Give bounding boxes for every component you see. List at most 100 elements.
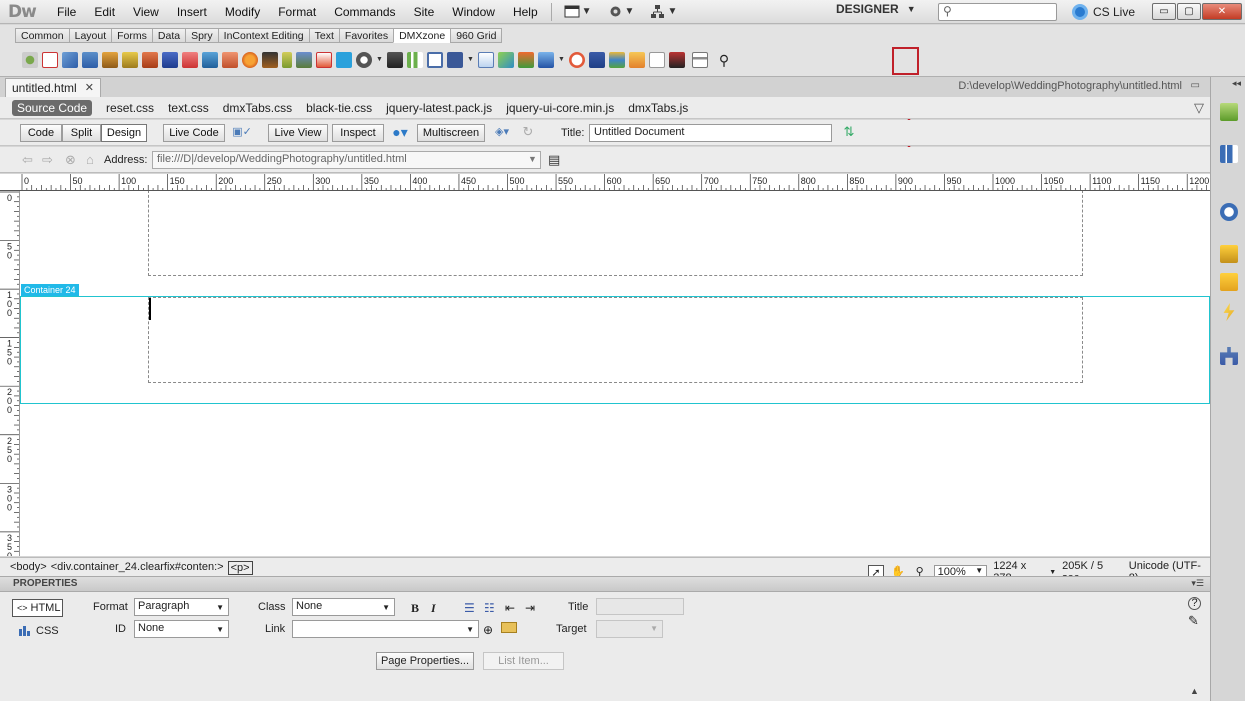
stop-icon[interactable]: ⊗ (65, 152, 76, 168)
clapper-tool-icon[interactable] (387, 52, 403, 68)
tag-inspector-icon[interactable] (1220, 245, 1238, 263)
clock-tool-icon[interactable] (569, 52, 585, 68)
workspace-switcher[interactable]: DESIGNER ▼ (836, 2, 916, 16)
behaviors-icon[interactable] (1223, 303, 1235, 321)
edit-tool-icon[interactable] (122, 52, 138, 68)
visual-aids-icon[interactable]: ◈▾ (490, 124, 514, 142)
tab-common[interactable]: Common (15, 28, 69, 43)
search-icon[interactable]: ⚲ (716, 52, 732, 68)
link-input[interactable]: ▼ (292, 620, 479, 638)
ordered-list-icon[interactable]: ☷ (484, 601, 495, 615)
minimize-button[interactable]: ▭ (1152, 3, 1176, 20)
address-input[interactable]: file:///D|/develop/WeddingPhotography/un… (152, 151, 541, 169)
menu-modify[interactable]: Modify (216, 5, 269, 19)
quick-tag-editor-icon[interactable]: ✎ (1188, 613, 1199, 629)
folder-tool-icon[interactable] (629, 52, 645, 68)
extend-menu-button[interactable]: ▼ (600, 4, 643, 19)
flash-tool-icon[interactable] (62, 52, 78, 68)
id-select[interactable]: None ▼ (134, 620, 229, 638)
layers-tool-icon[interactable] (609, 52, 625, 68)
cube-tool-icon[interactable] (498, 52, 514, 68)
page-properties-button[interactable]: Page Properties... (376, 652, 474, 670)
image-map-icon[interactable] (42, 52, 58, 68)
cs-live-button[interactable]: CS Live (1072, 4, 1135, 20)
check-browser-icon[interactable]: ▣✓ (230, 124, 254, 142)
rss-tool-icon[interactable] (242, 52, 258, 68)
menu-edit[interactable]: Edit (85, 5, 124, 19)
chevron-down-icon[interactable]: ▼ (376, 52, 383, 68)
tab-incontext-editing[interactable]: InContext Editing (217, 28, 309, 43)
layout-menu-button[interactable]: ▼ (556, 5, 600, 18)
gallery-tool-icon[interactable] (142, 52, 158, 68)
chevron-down-icon[interactable]: ▼ (467, 52, 474, 68)
notes-tool-icon[interactable] (649, 52, 665, 68)
related-file-reset-css[interactable]: reset.css (106, 101, 154, 115)
site-menu-button[interactable]: ▼ (642, 4, 685, 19)
close-button[interactable]: ✕ (1202, 3, 1242, 20)
container-label[interactable]: Container 24 (21, 284, 79, 296)
filter-icon[interactable]: ▽ (1194, 100, 1204, 116)
file-management-icon[interactable]: ⇅ (838, 124, 860, 142)
tab-960-grid[interactable]: 960 Grid (450, 28, 503, 43)
video-tool-icon[interactable] (162, 52, 178, 68)
list-tool-icon[interactable] (589, 52, 605, 68)
menu-format[interactable]: Format (269, 5, 325, 19)
design-view-button[interactable]: Design (101, 124, 147, 142)
css-mode-button[interactable]: CSS (18, 624, 59, 637)
site-map-icon[interactable] (1220, 347, 1238, 365)
related-file-text-css[interactable]: text.css (168, 101, 209, 115)
tab-layout[interactable]: Layout (68, 28, 112, 43)
globe-icon[interactable]: ●▾ (389, 124, 411, 142)
menu-help[interactable]: Help (504, 5, 547, 19)
help-search-input[interactable]: ⚲ (938, 3, 1057, 21)
insert-panel-icon[interactable] (1220, 103, 1238, 121)
window-tool-icon[interactable] (538, 52, 554, 68)
code-view-button[interactable]: Code (20, 124, 62, 142)
twitter-tool-icon[interactable] (336, 52, 352, 68)
page-tool-icon[interactable] (478, 52, 494, 68)
back-icon[interactable]: ⇦ (22, 152, 33, 168)
related-file-jquery-ui-core[interactable]: jquery-ui-core.min.js (506, 101, 614, 115)
collapse-icon[interactable]: ▲ (1190, 686, 1199, 696)
film-tool-icon[interactable] (102, 52, 118, 68)
bottle-tool-icon[interactable] (282, 52, 292, 68)
inspect-button[interactable]: Inspect (332, 124, 384, 142)
tab-favorites[interactable]: Favorites (338, 28, 394, 43)
menu-file[interactable]: File (48, 5, 85, 19)
related-file-dmxtabs-js[interactable]: dmxTabs.js (628, 101, 688, 115)
restore-icon[interactable]: ▭ (1191, 80, 1200, 91)
expand-panels-icon[interactable]: ◂◂ (1232, 78, 1241, 89)
recycle-tool-icon[interactable] (518, 52, 534, 68)
forward-icon[interactable]: ⇨ (42, 152, 53, 168)
browser-options-icon[interactable]: ▤ (548, 152, 560, 168)
folder-icon[interactable] (501, 622, 517, 633)
document-tab[interactable]: untitled.html ✕ (5, 78, 101, 97)
menu-site[interactable]: Site (405, 5, 444, 19)
home-icon[interactable]: ⌂ (86, 152, 94, 167)
title-input[interactable]: Untitled Document (589, 124, 832, 142)
css-styles-icon[interactable] (1220, 145, 1238, 163)
files-icon[interactable] (1220, 273, 1238, 291)
multiscreen-button[interactable]: Multiscreen (417, 124, 485, 142)
frame-tool-icon[interactable] (262, 52, 278, 68)
calendar-tool-icon[interactable] (316, 52, 332, 68)
format-select[interactable]: Paragraph ▼ (134, 598, 229, 616)
point-to-file-icon[interactable]: ⊕ (483, 623, 493, 637)
panel-tool-icon[interactable] (692, 52, 708, 68)
panel-menu-icon[interactable]: ▾☰ (1191, 578, 1204, 589)
tab-text[interactable]: Text (308, 28, 339, 43)
cluster-icon[interactable] (22, 52, 38, 68)
chevron-down-icon[interactable]: ▼ (558, 52, 565, 68)
outdent-icon[interactable]: ⇤ (505, 601, 515, 615)
properties-header[interactable]: PROPERTIES ▾☰ (0, 576, 1210, 592)
menu-view[interactable]: View (124, 5, 168, 19)
audio-tool-icon[interactable] (356, 52, 372, 68)
html-mode-button[interactable]: <> HTML (12, 599, 63, 617)
italic-button[interactable]: I (431, 601, 436, 616)
related-file-jquery-latest[interactable]: jquery-latest.pack.js (386, 101, 492, 115)
ap-elements-icon[interactable] (1220, 203, 1238, 221)
live-code-button[interactable]: Live Code (163, 124, 225, 142)
movie-tool-icon[interactable] (669, 52, 685, 68)
chart-tool-icon[interactable] (407, 52, 423, 68)
menu-insert[interactable]: Insert (168, 5, 216, 19)
